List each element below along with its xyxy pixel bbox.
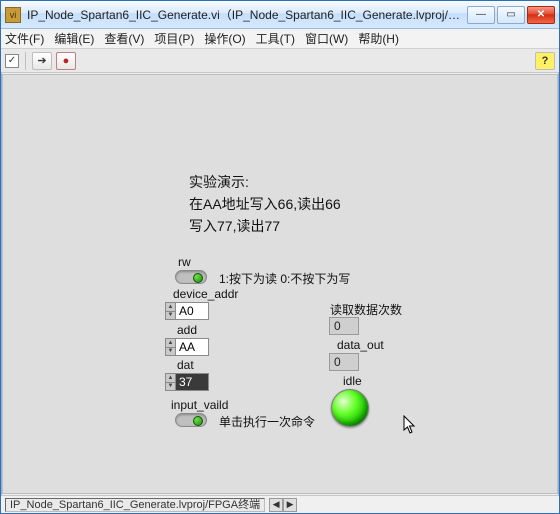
status-nav: ◀ ▶ [269,498,297,512]
spin-icon[interactable]: ▲▼ [165,338,175,356]
input-valid-label: input_vaild [171,398,228,412]
menu-file[interactable]: 文件(F) [5,30,44,47]
toolbar-check[interactable]: ✓ [5,54,19,68]
rw-label: rw [178,255,191,269]
menu-operate[interactable]: 操作(O) [204,30,245,47]
spin-icon[interactable]: ▲▼ [165,373,175,391]
close-button[interactable]: ✕ [527,6,555,24]
read-count-label: 读取数据次数 [330,301,402,318]
read-count-indicator: 0 [329,317,359,335]
mouse-cursor-icon [403,415,417,435]
device-addr-label: device_addr [173,287,238,301]
front-panel: 实验演示: 在AA地址写入66,读出66 写入77,读出77 rw 1:按下为读… [2,74,558,494]
minimize-button[interactable]: — [467,6,495,24]
idle-label: idle [343,374,362,388]
context-help-icon[interactable]: ? [535,52,555,70]
dat-input[interactable] [175,373,209,391]
window-controls: — ▭ ✕ [467,6,555,24]
add-label: add [177,323,197,337]
menu-window[interactable]: 窗口(W) [305,30,348,47]
toolbar: ✓ ➔ ● ? [1,49,559,73]
data-out-label: data_out [337,338,384,352]
input-valid-caption: 单击执行一次命令 [219,413,315,430]
demo-text-block: 实验演示: 在AA地址写入66,读出66 写入77,读出77 [189,171,341,237]
rw-switch[interactable] [175,270,207,284]
statusbar: IP_Node_Spartan6_IIC_Generate.lvproj/FPG… [1,495,559,513]
run-arrow-icon[interactable]: ➔ [32,52,52,70]
rw-caption: 1:按下为读 0:不按下为写 [219,270,350,287]
demo-line2: 写入77,读出77 [189,215,341,237]
app-window: vi IP_Node_Spartan6_IIC_Generate.vi（IP_N… [0,0,560,514]
nav-right-icon[interactable]: ▶ [283,498,297,512]
device-addr-control[interactable]: ▲▼ [165,302,209,320]
demo-line1: 在AA地址写入66,读出66 [189,193,341,215]
data-out-indicator: 0 [329,353,359,371]
menu-help[interactable]: 帮助(H) [358,30,399,47]
nav-left-icon[interactable]: ◀ [269,498,283,512]
menu-tools[interactable]: 工具(T) [256,30,295,47]
add-input[interactable] [175,338,209,356]
spin-icon[interactable]: ▲▼ [165,302,175,320]
dat-label: dat [177,358,194,372]
menu-view[interactable]: 查看(V) [104,30,144,47]
dat-control[interactable]: ▲▼ [165,373,209,391]
maximize-button[interactable]: ▭ [497,6,525,24]
menubar: 文件(F) 编辑(E) 查看(V) 项目(P) 操作(O) 工具(T) 窗口(W… [1,29,559,49]
titlebar: vi IP_Node_Spartan6_IIC_Generate.vi（IP_N… [1,1,559,29]
add-control[interactable]: ▲▼ [165,338,209,356]
window-title: IP_Node_Spartan6_IIC_Generate.vi（IP_Node… [27,6,467,23]
abort-icon[interactable]: ● [56,52,76,70]
idle-led [331,389,369,427]
status-path: IP_Node_Spartan6_IIC_Generate.lvproj/FPG… [5,498,265,512]
menu-edit[interactable]: 编辑(E) [54,30,94,47]
device-addr-input[interactable] [175,302,209,320]
toolbar-separator [25,52,26,70]
app-icon: vi [5,7,21,23]
menu-project[interactable]: 项目(P) [154,30,194,47]
input-valid-switch[interactable] [175,413,207,427]
demo-title: 实验演示: [189,171,341,193]
